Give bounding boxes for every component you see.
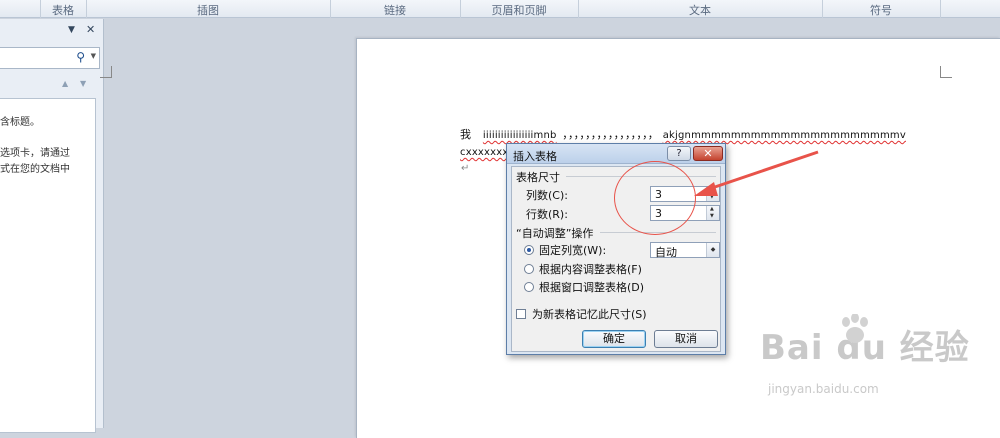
autofit-content-label[interactable]: 根据内容调整表格(F)	[539, 261, 642, 277]
previous-heading-icon[interactable]: ▲	[62, 79, 68, 88]
annotation-arrow-icon	[694, 150, 819, 196]
remember-size-label[interactable]: 为新表格记忆此尺寸(S)	[532, 306, 647, 322]
doc-text-end: akjgnmmmmmmmmmmmmmmmmmmmmmv	[662, 130, 906, 141]
pane-options-dropdown-icon[interactable]: ▼	[68, 25, 75, 35]
chevron-down-icon[interactable]: ▼	[91, 52, 96, 60]
ribbon-separator	[940, 0, 941, 18]
doc-text-misspelled: iiiiiiiiiiiiiiiiimnb	[482, 130, 557, 141]
baidu-watermark: Bai du 经验 jingyan.baidu.com	[760, 314, 970, 396]
spin-buttons-icon[interactable]: ◆	[706, 243, 719, 257]
fixed-width-label[interactable]: 固定列宽(W):	[539, 242, 606, 258]
columns-label: 列数(C):	[526, 189, 568, 202]
autofit-section-label: “自动调整”操作	[516, 227, 594, 240]
ribbon-group-text[interactable]: 文本	[578, 2, 822, 18]
rows-label: 行数(R):	[526, 208, 568, 221]
ribbon-group-tables[interactable]: 表格	[40, 2, 86, 18]
autofit-content-radio[interactable]	[524, 264, 534, 274]
close-icon[interactable]: ✕	[86, 23, 95, 36]
fixed-width-dropdown[interactable]: 自动 ◆	[650, 242, 720, 259]
ribbon-group-header-footer[interactable]: 页眉和页脚	[460, 2, 578, 18]
doc-text-start: 我	[460, 128, 472, 141]
navigation-pane: ▼ ✕ ⚲ ▼ ▲ ▼ 含标题。 选项卡，请通过 式在您的文档中	[0, 19, 104, 433]
document-line-1[interactable]: 我 iiiiiiiiiiiiiiiiimnb ，，，，，，，，，，，，，，，， …	[460, 126, 906, 142]
nav-search-input[interactable]: ⚲ ▼	[0, 47, 100, 69]
autofit-window-radio[interactable]	[524, 282, 534, 292]
spin-down-icon[interactable]: ▼	[710, 213, 714, 219]
margin-corner-mark	[940, 66, 952, 78]
paragraph-mark-icon: ↵	[461, 163, 470, 174]
table-size-section-label: 表格尺寸	[516, 171, 560, 184]
ok-button[interactable]: 确定	[582, 330, 646, 348]
ribbon-group-illustrations[interactable]: 插图	[86, 2, 330, 18]
margin-corner-mark	[100, 66, 112, 78]
dialog-title: 插入表格	[513, 150, 557, 163]
doc-text-punctuation: ，，，，，，，，，，，，，，，，	[562, 128, 659, 141]
nav-pane-header: ▼ ✕	[0, 23, 104, 41]
ribbon-group-links[interactable]: 链接	[330, 2, 460, 18]
ribbon-group-symbols[interactable]: 符号	[822, 2, 940, 18]
next-heading-icon[interactable]: ▼	[80, 79, 86, 88]
cancel-button[interactable]: 取消	[654, 330, 718, 348]
fixed-width-radio[interactable]	[524, 245, 534, 255]
autofit-window-label[interactable]: 根据窗口调整表格(D)	[539, 279, 644, 295]
watermark-url: jingyan.baidu.com	[768, 382, 879, 396]
paw-logo-icon	[842, 314, 868, 343]
remember-size-checkbox[interactable]	[516, 309, 526, 319]
search-icon[interactable]: ⚲	[76, 50, 85, 64]
fixed-width-value: 自动	[655, 246, 677, 259]
ribbon-group-bar: 表格 插图 链接 页眉和页脚 文本 符号	[0, 0, 1000, 18]
nav-text-line: 式在您的文档中	[0, 164, 70, 175]
nav-text-line: 选项卡，请通过	[0, 148, 70, 159]
nav-results-panel: 含标题。 选项卡，请通过 式在您的文档中	[0, 98, 96, 433]
nav-text-line: 含标题。	[0, 117, 40, 128]
